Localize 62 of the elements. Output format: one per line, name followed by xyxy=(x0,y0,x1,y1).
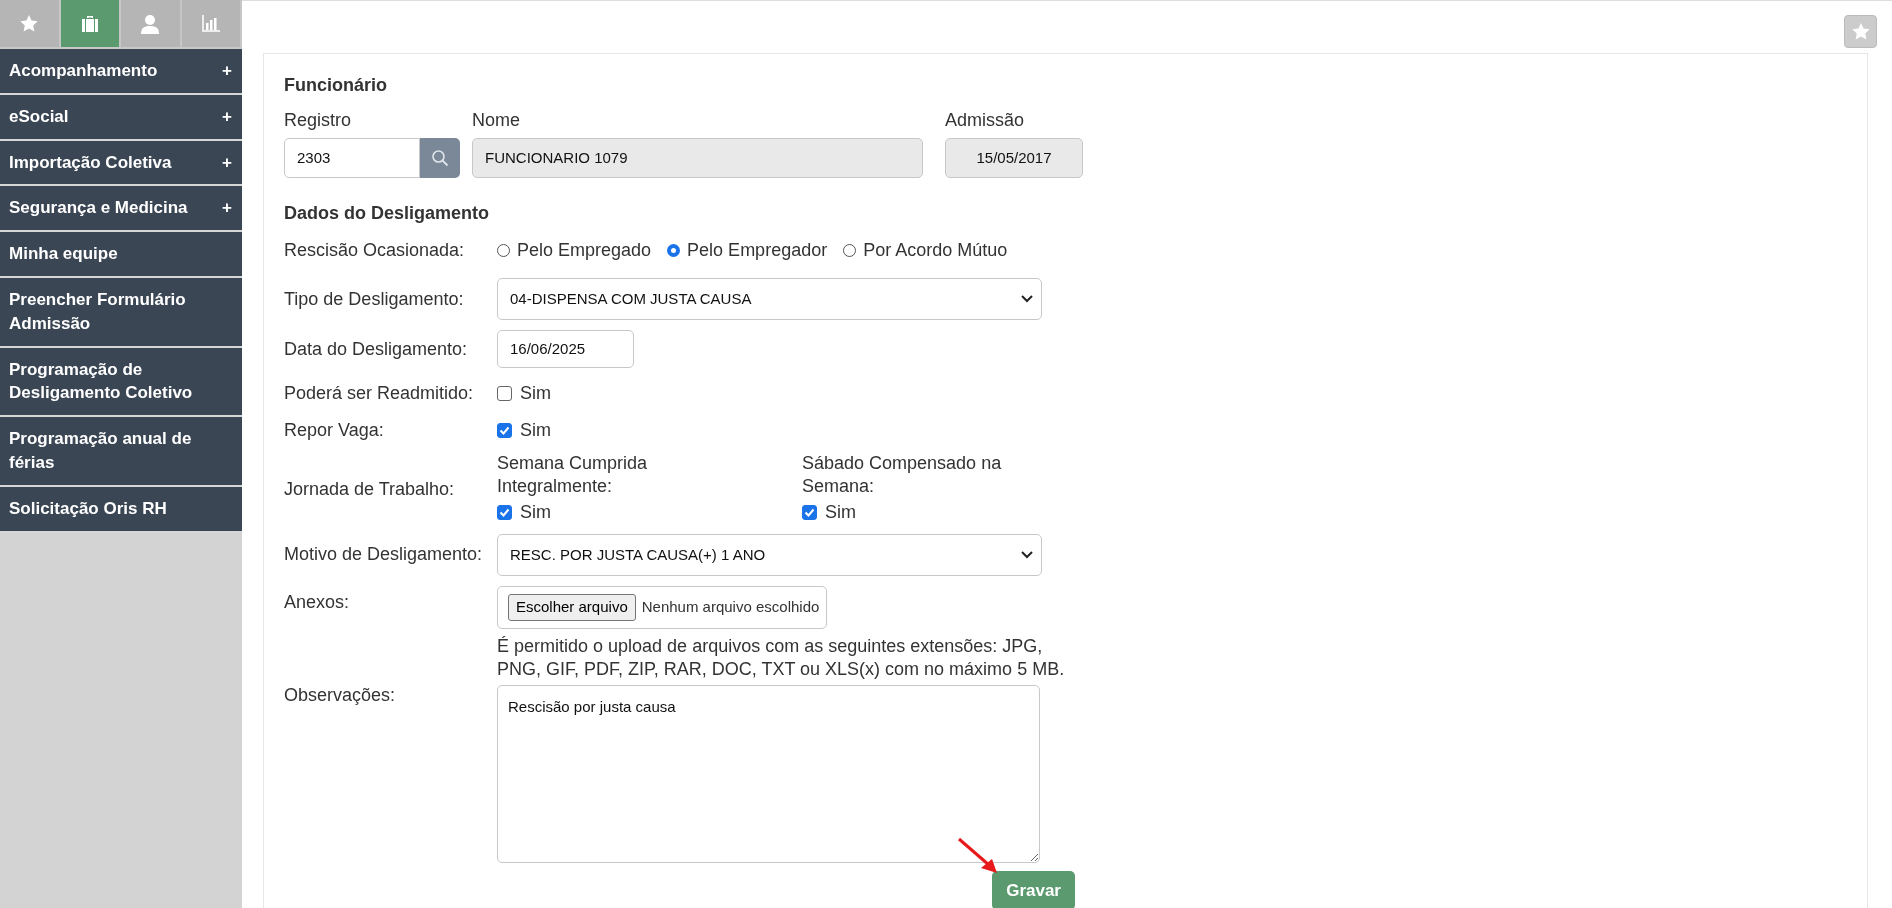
observations-field[interactable]: Rescisão por justa causa xyxy=(497,684,1040,863)
help-text: É permitido o upload de arquivos com as seguintes extensões: JPG, PNG, GIF, PDF, ZIP, RAR, DOC, TXT ou XLS(x) com no máximo 5 MB. xyxy=(497,634,1066,682)
chevron-down-icon xyxy=(1021,295,1033,303)
search-icon xyxy=(431,149,449,167)
field-label: Repor Vaga: xyxy=(284,419,385,442)
file-input[interactable]: Escolher arquivo Nenhum arquivo escolhido xyxy=(497,585,827,629)
registro-field[interactable]: 2303 xyxy=(284,138,420,178)
sidebar-menu-item[interactable]: Segurança e Medicina + xyxy=(0,186,242,233)
nome-field[interactable]: FUNCIONARIO 1079 xyxy=(472,138,923,178)
field-label: Sábado Compensado na Semana: xyxy=(802,452,1003,499)
field-label: Tipo de Desligamento: xyxy=(284,287,465,311)
field-label: Nome xyxy=(472,109,521,132)
sidebar-menu-item[interactable]: Programação anual de férias xyxy=(0,417,242,487)
selected-value: RESC. POR JUSTA CAUSA(+) 1 ANO xyxy=(510,544,766,565)
field-label: Semana Cumprida Integralmente: xyxy=(497,452,649,499)
sidebar-menu-item[interactable]: Solicitação Oris RH xyxy=(0,486,242,533)
checkbox-label: Sim xyxy=(520,382,551,405)
sidebar-menu-item[interactable]: eSocial + xyxy=(0,94,242,141)
sidebar-menu-item[interactable]: Programação de Desligamento Coletivo xyxy=(0,347,242,418)
checkbox[interactable] xyxy=(497,386,512,401)
star-icon xyxy=(20,15,39,32)
field-label: Rescisão Ocasionada: xyxy=(284,239,466,262)
dropdown-field[interactable]: RESC. POR JUSTA CAUSA(+) 1 ANO xyxy=(497,533,1042,576)
sidebar-menu-item[interactable]: Minha equipe xyxy=(0,232,242,278)
briefcase-icon xyxy=(80,14,99,33)
sidebar-menu-item[interactable]: Importação Coletiva + xyxy=(0,140,242,187)
sidebar-menu-item[interactable]: Acompanhamento + xyxy=(0,49,242,95)
person-icon xyxy=(141,13,160,34)
checkbox-label: Sim xyxy=(520,419,551,442)
date-field[interactable]: 16/06/2025 xyxy=(497,330,634,368)
section-title: Dados do Desligamento xyxy=(284,202,491,225)
dropdown-field[interactable]: 04-DISPENSA COM JUSTA CAUSA xyxy=(497,278,1042,320)
checkbox[interactable] xyxy=(497,423,512,438)
radio-button[interactable] xyxy=(497,244,510,257)
checkbox[interactable] xyxy=(497,504,512,520)
field-label: Admissão xyxy=(945,109,1026,132)
radio-button[interactable] xyxy=(667,244,681,257)
choose-file-button[interactable]: Escolher arquivo xyxy=(508,594,636,621)
checkbox-label: Sim xyxy=(825,500,856,524)
star-icon xyxy=(1851,23,1870,40)
checkbox-label: Sim xyxy=(520,500,551,524)
sidebar-tab[interactable] xyxy=(60,0,121,47)
chevron-down-icon xyxy=(1021,550,1033,559)
field-label: Registro xyxy=(284,109,353,132)
checkbox[interactable] xyxy=(802,504,817,520)
option-label: Pelo Empregado xyxy=(517,239,652,262)
bar-chart-icon xyxy=(201,15,220,32)
field-label: Data do Desligamento: xyxy=(284,337,469,361)
field-label: Jornada de Trabalho: xyxy=(284,478,456,502)
option-label: Pelo Empregador xyxy=(687,239,828,262)
field-label: Poderá ser Readmitido: xyxy=(284,382,475,405)
option-label: Por Acordo Mútuo xyxy=(863,239,1008,262)
field-label: Anexos: xyxy=(284,590,351,614)
selected-value: 04-DISPENSA COM JUSTA CAUSA xyxy=(510,288,752,309)
field-label: Motivo de Desligamento: xyxy=(284,543,484,567)
search-button[interactable] xyxy=(420,138,460,178)
admissao-field[interactable]: 15/05/2017 xyxy=(945,138,1083,178)
section-title: Funcionário xyxy=(284,74,388,97)
field-label: Observações: xyxy=(284,683,397,707)
file-status: Nenhum arquivo escolhido xyxy=(641,597,820,618)
sidebar-menu-item[interactable]: Preencher Formulário Admissão xyxy=(0,278,242,348)
radio-button[interactable] xyxy=(843,244,857,257)
